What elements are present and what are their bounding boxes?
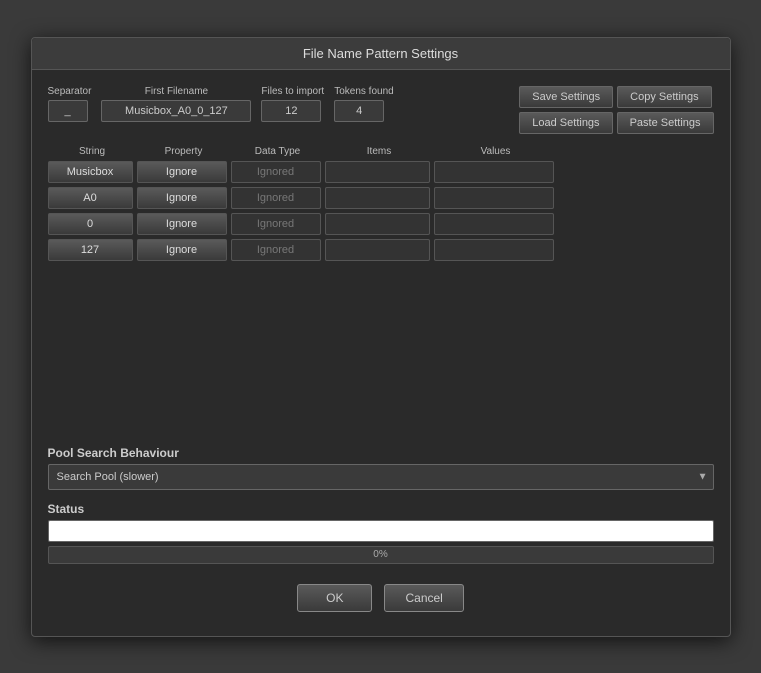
title-bar: File Name Pattern Settings <box>32 38 730 70</box>
files-to-import-group: Files to import <box>261 86 324 122</box>
save-settings-button[interactable]: Save Settings <box>519 86 613 108</box>
datatype-cell-1: Ignored <box>231 187 321 209</box>
separator-input[interactable] <box>48 100 88 122</box>
datatype-cell-3: Ignored <box>231 239 321 261</box>
modal-dialog: File Name Pattern Settings Separator Fir… <box>31 37 731 637</box>
property-cell-2[interactable]: Ignore <box>137 213 227 235</box>
values-cell-2 <box>434 213 554 235</box>
string-cell-3: 127 <box>48 239 133 261</box>
status-section: Status 0% <box>48 502 714 564</box>
progress-label: 0% <box>373 549 387 560</box>
col-header-string: String <box>50 146 135 157</box>
tokens-found-label: Tokens found <box>334 86 394 97</box>
datatype-cell-2: Ignored <box>231 213 321 235</box>
first-filename-label: First Filename <box>101 86 251 97</box>
pool-search-section: Pool Search Behaviour Search Pool (slowe… <box>48 446 714 490</box>
string-cell-2: 0 <box>48 213 133 235</box>
bottom-buttons: OK Cancel <box>48 584 714 612</box>
items-cell-2 <box>325 213 430 235</box>
table-row: 0 Ignore Ignored <box>48 213 714 235</box>
table-row: A0 Ignore Ignored <box>48 187 714 209</box>
copy-settings-button[interactable]: Copy Settings <box>617 86 711 108</box>
progress-bar-container: 0% <box>48 546 714 564</box>
property-cell-0[interactable]: Ignore <box>137 161 227 183</box>
pool-search-select[interactable]: Search Pool (slower) Quick Search No Sea… <box>48 464 714 490</box>
values-cell-1 <box>434 187 554 209</box>
datatype-cell-0: Ignored <box>231 161 321 183</box>
files-to-import-label: Files to import <box>261 86 324 97</box>
separator-label: Separator <box>48 86 92 97</box>
separator-group: Separator <box>48 86 92 122</box>
paste-settings-button[interactable]: Paste Settings <box>617 112 714 134</box>
string-cell-1: A0 <box>48 187 133 209</box>
col-header-values: Values <box>436 146 556 157</box>
ok-button[interactable]: OK <box>297 584 372 612</box>
items-cell-0 <box>325 161 430 183</box>
dialog-title: File Name Pattern Settings <box>303 46 458 61</box>
values-cell-0 <box>434 161 554 183</box>
table-row: Musicbox Ignore Ignored <box>48 161 714 183</box>
pattern-header-row: String Property Data Type Items Values <box>48 146 714 157</box>
status-label: Status <box>48 502 714 516</box>
col-header-datatype: Data Type <box>233 146 323 157</box>
values-cell-3 <box>434 239 554 261</box>
pattern-container: String Property Data Type Items Values M… <box>48 146 714 261</box>
settings-buttons: Save Settings Copy Settings Load Setting… <box>519 86 713 134</box>
items-cell-1 <box>325 187 430 209</box>
items-cell-3 <box>325 239 430 261</box>
top-controls-row: Separator First Filename Files to import… <box>48 86 714 134</box>
first-filename-input[interactable] <box>101 100 251 122</box>
first-filename-group: First Filename <box>101 86 251 122</box>
table-row: 127 Ignore Ignored <box>48 239 714 261</box>
tokens-found-group: Tokens found <box>334 86 394 122</box>
cancel-button[interactable]: Cancel <box>384 584 463 612</box>
property-cell-3[interactable]: Ignore <box>137 239 227 261</box>
property-cell-1[interactable]: Ignore <box>137 187 227 209</box>
col-header-items: Items <box>327 146 432 157</box>
pool-search-label: Pool Search Behaviour <box>48 446 714 460</box>
string-cell-0: Musicbox <box>48 161 133 183</box>
col-header-property: Property <box>139 146 229 157</box>
files-to-import-input[interactable] <box>261 100 321 122</box>
pool-search-select-wrapper: Search Pool (slower) Quick Search No Sea… <box>48 464 714 490</box>
status-input[interactable] <box>48 520 714 542</box>
tokens-found-input[interactable] <box>334 100 384 122</box>
load-settings-button[interactable]: Load Settings <box>519 112 612 134</box>
